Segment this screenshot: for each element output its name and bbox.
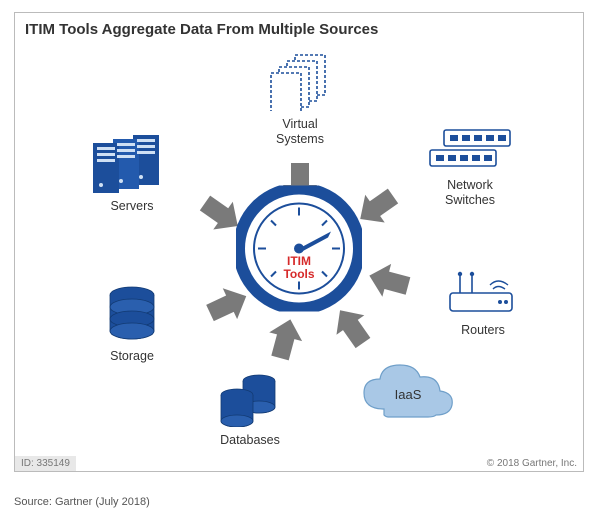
gauge-icon [236,186,362,312]
node-network-switches: Network Switches [415,128,525,207]
storage-icon [104,285,160,343]
routers-icon [444,269,522,317]
network-switches-icon [426,128,514,172]
switches-label-2: Switches [415,193,525,207]
center-gauge: ITIM Tools [236,186,362,317]
node-routers: Routers [433,269,533,338]
virtual-label-1: Virtual [250,117,350,131]
servers-icon [89,131,175,193]
center-line2: Tools [283,267,314,281]
routers-label: Routers [433,323,533,337]
arrow-routers [365,259,412,302]
cloud-icon: IaaS [358,363,458,421]
servers-label: Servers [77,199,187,213]
copyright-text: © 2018 Gartner, Inc. [487,458,577,469]
node-storage: Storage [87,285,177,364]
diagram-panel: ITIM Tools Aggregate Data From Multiple … [14,12,584,472]
switches-label-1: Network [415,178,525,192]
node-virtual-systems: Virtual Systems [250,51,350,146]
arrow-databases [264,315,307,362]
iaas-label: IaaS [395,387,422,402]
node-databases: Databases [195,371,305,448]
node-iaas: IaaS [353,363,463,424]
databases-label: Databases [195,433,305,447]
databases-icon [215,371,285,427]
id-badge: ID: 335149 [15,456,76,471]
center-label: ITIM Tools [283,255,314,280]
storage-label: Storage [87,349,177,363]
node-servers: Servers [77,131,187,214]
virtual-systems-icon [265,51,335,111]
source-line: Source: Gartner (July 2018) [14,496,150,508]
virtual-label-2: Systems [250,132,350,146]
